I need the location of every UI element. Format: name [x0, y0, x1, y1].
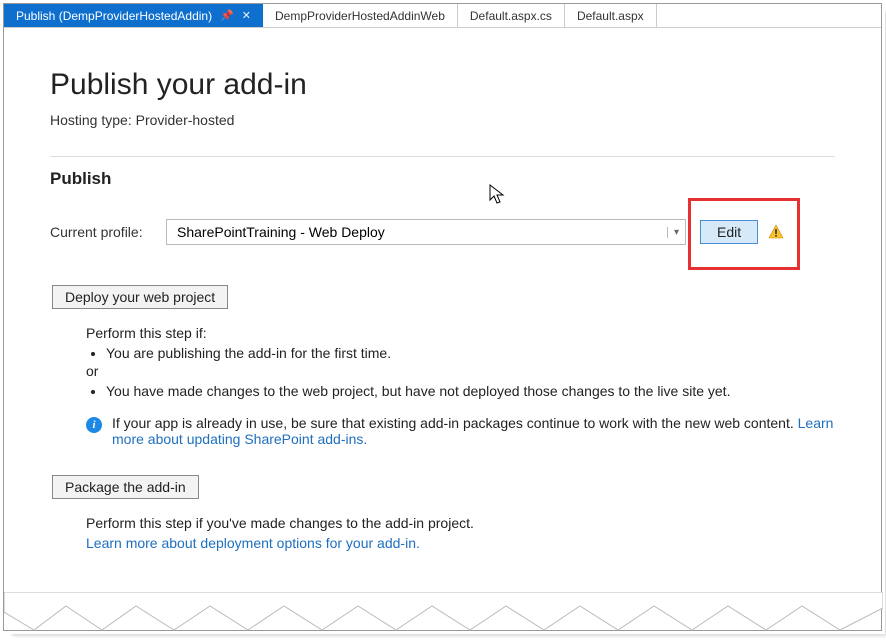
learn-more-deployment-link[interactable]: Learn more about deployment options for … — [86, 535, 420, 551]
tab-web-project[interactable]: DempProviderHostedAddinWeb — [263, 4, 458, 27]
tab-publish[interactable]: Publish (DempProviderHostedAddin) 📌 ✕ — [4, 4, 263, 27]
package-addin-button[interactable]: Package the add-in — [52, 475, 199, 499]
profile-dropdown[interactable]: SharePointTraining - Web Deploy ▾ — [166, 219, 686, 245]
warning-icon — [768, 224, 784, 240]
tab-default-aspx[interactable]: Default.aspx — [565, 4, 657, 27]
info-icon: i — [86, 417, 102, 433]
divider — [50, 156, 835, 157]
edit-area: Edit — [700, 220, 784, 244]
tab-label: Publish (DempProviderHostedAddin) — [16, 9, 212, 23]
profile-selected-value: SharePointTraining - Web Deploy — [177, 224, 385, 240]
package-step-body: Perform this step if you've made changes… — [86, 515, 835, 551]
profile-row: Current profile: SharePointTraining - We… — [50, 219, 835, 245]
chevron-down-icon: ▾ — [667, 227, 679, 238]
edit-button[interactable]: Edit — [700, 220, 758, 244]
deploy-cond-1: You are publishing the add-in for the fi… — [106, 345, 835, 361]
tab-label: DempProviderHostedAddinWeb — [275, 9, 445, 23]
section-heading: Publish — [50, 169, 835, 189]
hosting-type-label: Hosting type: Provider-hosted — [50, 112, 835, 128]
content-area: Publish your add-in Hosting type: Provid… — [4, 28, 881, 551]
deploy-web-project-button[interactable]: Deploy your web project — [52, 285, 228, 309]
torn-edge-decoration — [4, 592, 883, 632]
document-tabbar: Publish (DempProviderHostedAddin) 📌 ✕ De… — [4, 4, 881, 28]
deploy-conditions-2: You have made changes to the web project… — [86, 383, 835, 399]
deploy-info-text: If your app is already in use, be sure t… — [112, 415, 835, 447]
deploy-cond-2: You have made changes to the web project… — [106, 383, 835, 399]
deploy-intro: Perform this step if: — [86, 325, 835, 341]
pin-icon[interactable]: 📌 — [220, 9, 234, 22]
package-intro: Perform this step if you've made changes… — [86, 515, 835, 531]
tab-label: Default.aspx.cs — [470, 9, 552, 23]
tab-default-cs[interactable]: Default.aspx.cs — [458, 4, 565, 27]
profile-label: Current profile: — [50, 224, 152, 240]
deploy-info-prefix: If your app is already in use, be sure t… — [112, 415, 798, 431]
close-icon[interactable]: ✕ — [242, 9, 251, 22]
deploy-or: or — [86, 363, 835, 379]
deploy-info-row: i If your app is already in use, be sure… — [86, 415, 835, 447]
publish-page: Publish (DempProviderHostedAddin) 📌 ✕ De… — [3, 3, 882, 631]
tab-label: Default.aspx — [577, 9, 644, 23]
page-title: Publish your add-in — [50, 68, 835, 102]
deploy-conditions: You are publishing the add-in for the fi… — [86, 345, 835, 361]
deploy-step-body: Perform this step if: You are publishing… — [86, 325, 835, 447]
